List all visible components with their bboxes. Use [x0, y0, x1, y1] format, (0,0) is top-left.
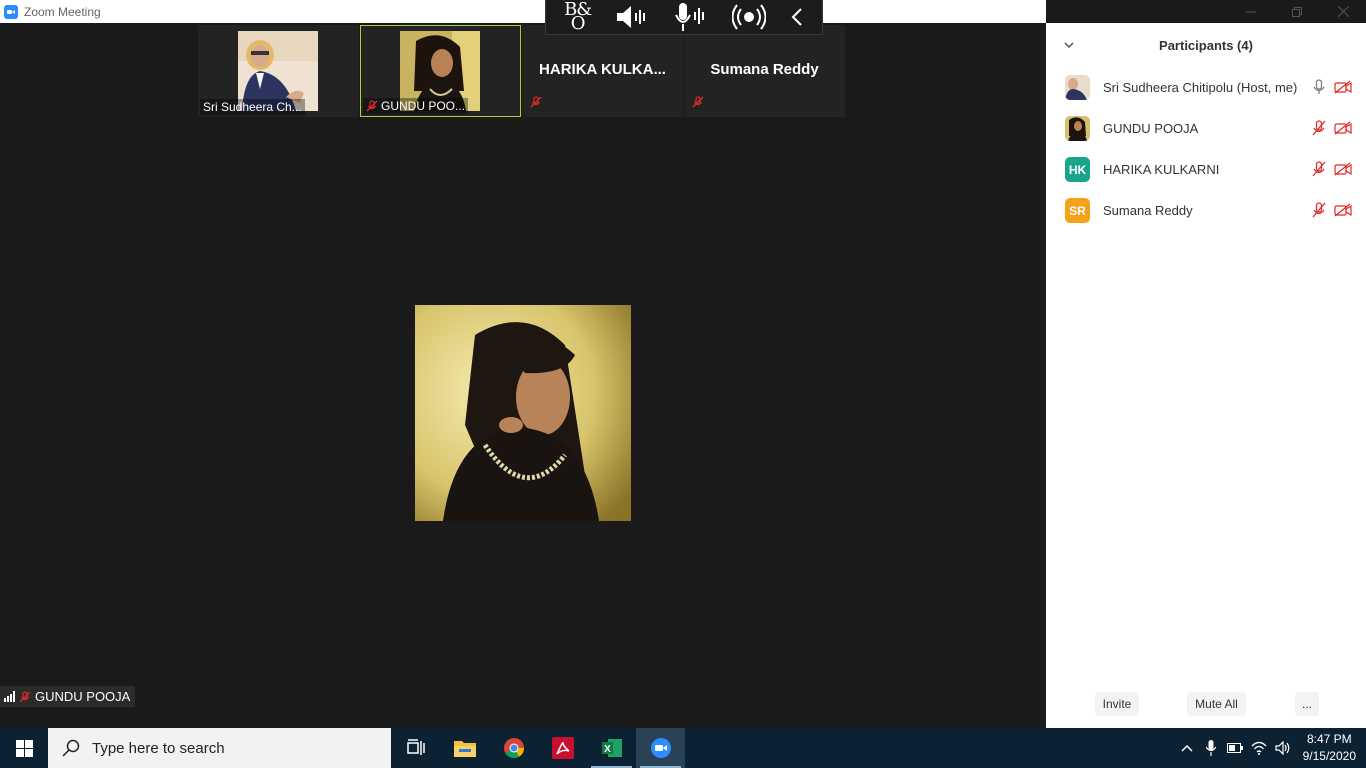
task-view-button[interactable]	[391, 728, 440, 768]
participant-row[interactable]: GUNDU POOJA	[1046, 108, 1366, 149]
task-view-icon	[406, 739, 425, 755]
muted-mic-icon[interactable]	[1312, 202, 1326, 218]
participants-header: Participants (4)	[1046, 23, 1366, 67]
microphone-icon[interactable]	[1312, 79, 1326, 95]
mute-all-button[interactable]: Mute All	[1187, 692, 1246, 716]
taskbar-search-box[interactable]: Type here to search	[48, 728, 391, 768]
thumbnail-mute-status	[530, 95, 542, 113]
muted-mic-icon[interactable]	[1312, 161, 1326, 177]
more-options-button[interactable]: ...	[1295, 692, 1319, 716]
avatar: SR	[1065, 198, 1090, 223]
invite-button[interactable]: Invite	[1095, 692, 1139, 716]
video-stage: Sri Sudheera Ch... GUNDU POO... HARIKA K…	[0, 23, 1046, 728]
active-speaker-photo	[415, 305, 631, 521]
clock-date: 9/15/2020	[1302, 749, 1356, 763]
participants-list: Sri Sudheera Chitipolu (Host, me) GUNDU …	[1046, 67, 1366, 231]
chrome-icon	[503, 738, 524, 759]
speaker-volume-icon[interactable]	[615, 2, 649, 32]
system-tray: 8:47 PM 9/15/2020	[1175, 728, 1366, 768]
collapse-panel-chevron-icon[interactable]	[1064, 38, 1074, 52]
folder-icon	[453, 741, 476, 757]
participant-status-icons	[1312, 79, 1352, 95]
participants-panel: Participants (4) Sri Sudheera Chitipolu …	[1046, 23, 1366, 728]
window-title: Zoom Meeting	[24, 4, 101, 19]
avatar-initials: SR	[1069, 203, 1086, 218]
participant-name: HARIKA KULKARNI	[1103, 162, 1220, 177]
thumbnail-mute-status	[692, 95, 704, 113]
signal-strength-icon	[4, 691, 15, 702]
participant-row[interactable]: Sri Sudheera Chitipolu (Host, me)	[1046, 67, 1366, 108]
taskbar-chrome[interactable]	[489, 728, 538, 768]
participant-status-icons	[1312, 202, 1352, 218]
volume-icon[interactable]	[1271, 728, 1295, 768]
acrobat-icon	[551, 737, 574, 759]
bang-olufsen-logo[interactable]: B& O	[564, 0, 592, 34]
svg-text:X: X	[604, 744, 611, 755]
battery-icon[interactable]	[1223, 728, 1247, 768]
muted-mic-icon	[366, 100, 378, 112]
thumbnail-gundu-pooja[interactable]: GUNDU POO...	[360, 25, 521, 117]
thumbnail-name-label: GUNDU POO...	[363, 98, 469, 114]
muted-mic-icon	[692, 96, 704, 108]
thumbnail-harika-kulkarni[interactable]: HARIKA KULKA...	[522, 25, 683, 117]
thumbnail-name-label: Sri Sudheera Ch...	[200, 99, 305, 115]
video-off-icon[interactable]	[1334, 80, 1352, 94]
collapse-chevron-icon[interactable]	[790, 2, 804, 32]
windows-taskbar: Type here to search X 8:47 PM 9/15/2020	[0, 728, 1366, 768]
video-off-icon[interactable]	[1334, 203, 1352, 217]
clock-time: 8:47 PM	[1306, 732, 1352, 746]
taskbar-file-explorer[interactable]	[440, 728, 489, 768]
search-icon	[62, 739, 80, 757]
participant-row[interactable]: HK HARIKA KULKARNI	[1046, 149, 1366, 190]
participants-footer: Invite Mute All ...	[1046, 692, 1366, 716]
avatar-initials: HK	[1068, 162, 1087, 177]
restore-button[interactable]	[1274, 0, 1320, 23]
thumbnail-strip: Sri Sudheera Ch... GUNDU POO... HARIKA K…	[198, 25, 848, 117]
brand-logo-bottom: O	[570, 13, 586, 34]
show-hidden-icons-chevron-icon[interactable]	[1175, 728, 1199, 768]
close-button[interactable]	[1320, 0, 1366, 23]
floating-audio-toolbar: B& O	[545, 0, 823, 35]
participant-name: Sumana Reddy	[1103, 203, 1193, 218]
avatar	[1065, 75, 1090, 100]
thumbnail-name-text: Sumana Reddy	[710, 61, 819, 78]
muted-mic-icon[interactable]	[1312, 120, 1326, 136]
participant-name: GUNDU POOJA	[1103, 121, 1199, 136]
thumbnail-sumana-reddy[interactable]: Sumana Reddy	[684, 25, 845, 117]
zoom-icon	[650, 738, 671, 758]
zoom-app-icon	[4, 4, 18, 19]
participants-title: Participants (4)	[1159, 37, 1253, 53]
minimize-button[interactable]	[1228, 0, 1274, 23]
video-off-icon[interactable]	[1334, 162, 1352, 176]
participant-name: Sri Sudheera Chitipolu (Host, me)	[1103, 80, 1298, 95]
thumbnail-name-text: GUNDU POO...	[381, 99, 466, 113]
start-button[interactable]	[0, 728, 48, 768]
participant-row[interactable]: SR Sumana Reddy	[1046, 190, 1366, 231]
thumbnail-sri-sudheera[interactable]: Sri Sudheera Ch...	[198, 25, 359, 117]
title-bar: Zoom Meeting	[0, 0, 1046, 23]
microphone-icon[interactable]	[674, 2, 708, 32]
excel-icon: X	[601, 739, 622, 757]
windows-logo-icon	[15, 739, 33, 757]
thumbnail-name-text: Sri Sudheera Ch...	[203, 100, 302, 114]
thumbnail-name-text: HARIKA KULKA...	[539, 61, 666, 78]
taskbar-zoom[interactable]	[636, 728, 685, 768]
taskbar-acrobat[interactable]	[538, 728, 587, 768]
video-off-icon[interactable]	[1334, 121, 1352, 135]
broadcast-icon[interactable]	[731, 2, 766, 32]
active-speaker-label: GUNDU POOJA	[0, 686, 136, 707]
active-speaker-name: GUNDU POOJA	[35, 689, 131, 704]
tray-microphone-icon[interactable]	[1199, 728, 1223, 768]
avatar	[1065, 116, 1090, 141]
participant-status-icons	[1312, 161, 1352, 177]
wifi-icon[interactable]	[1247, 728, 1271, 768]
taskbar-excel[interactable]: X	[587, 728, 636, 768]
avatar: HK	[1065, 157, 1090, 182]
window-controls	[1228, 0, 1366, 23]
muted-mic-icon	[530, 96, 542, 108]
muted-mic-icon	[19, 690, 31, 702]
taskbar-clock[interactable]: 8:47 PM 9/15/2020	[1303, 731, 1356, 765]
participant-status-icons	[1312, 120, 1352, 136]
search-placeholder: Type here to search	[92, 739, 225, 757]
